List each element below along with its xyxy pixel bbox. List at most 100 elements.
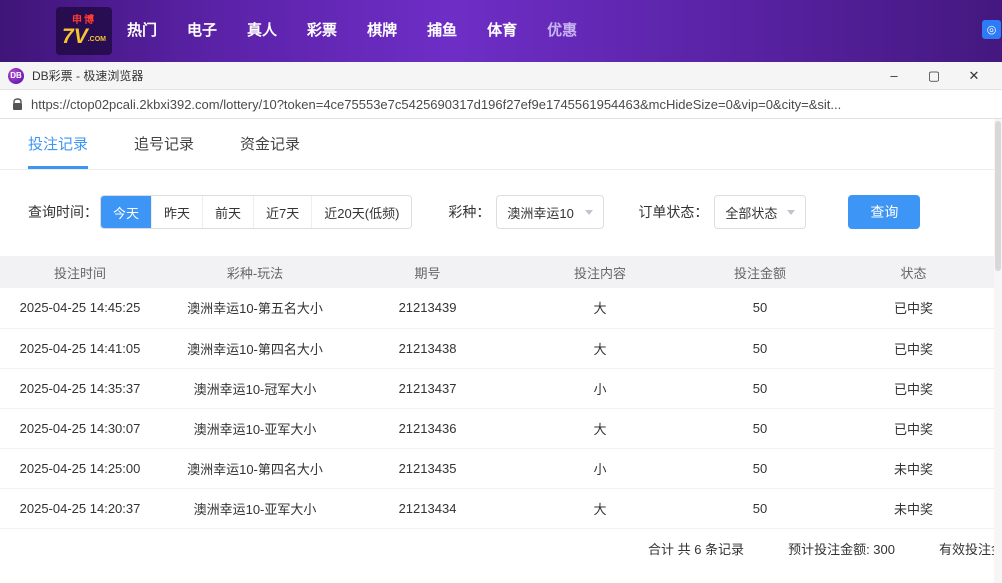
table-cell: 2025-04-25 14:30:07	[0, 408, 160, 448]
table-cell: 2025-04-25 14:20:37	[0, 488, 160, 528]
browser-favicon-icon: DB	[8, 68, 24, 84]
table-header-4: 投注金额	[695, 256, 825, 288]
status-select[interactable]: 全部状态	[714, 195, 806, 229]
table-header-1: 彩种-玩法	[160, 256, 350, 288]
table-cell: 50	[695, 328, 825, 368]
url-text[interactable]: https://ctop02pcali.2kbxi392.com/lottery…	[31, 97, 990, 112]
table-cell: 澳洲幸运10-亚军大小	[160, 488, 350, 528]
table-cell: 未中奖	[825, 448, 1002, 488]
table-cell: 已中奖	[825, 368, 1002, 408]
record-tabs: 投注记录 追号记录 资金记录	[0, 119, 1002, 170]
table-cell: 澳洲幸运10-冠军大小	[160, 368, 350, 408]
table-cell: 50	[695, 368, 825, 408]
table-cell: 澳洲幸运10-第四名大小	[160, 328, 350, 368]
time-filter-option-0[interactable]: 今天	[101, 196, 151, 228]
table-cell: 21213439	[350, 288, 505, 328]
nav-item-7[interactable]: 优惠	[532, 0, 592, 62]
summary-row: 合计 共 6 条记录 预计投注金额: 300 有效投注金	[0, 529, 1002, 569]
corner-app-icon[interactable]: ◎	[982, 20, 1001, 39]
minimize-button[interactable]: –	[874, 62, 914, 90]
table-header-0: 投注时间	[0, 256, 160, 288]
table-header-2: 期号	[350, 256, 505, 288]
tab-0[interactable]: 投注记录	[28, 133, 88, 169]
time-filter-option-4[interactable]: 近20天(低频)	[311, 196, 411, 228]
table-cell: 2025-04-25 14:41:05	[0, 328, 160, 368]
page-scrollbar[interactable]	[994, 119, 1002, 583]
summary-total: 合计 共 6 条记录	[648, 539, 744, 558]
table-header-row: 投注时间彩种-玩法期号投注内容投注金额状态	[0, 256, 1002, 288]
table-cell: 2025-04-25 14:25:00	[0, 448, 160, 488]
nav-item-0[interactable]: 热门	[112, 0, 172, 62]
table-cell: 21213436	[350, 408, 505, 448]
time-filter-option-1[interactable]: 昨天	[151, 196, 202, 228]
summary-estimated: 预计投注金额: 300	[788, 539, 895, 558]
table-row: 2025-04-25 14:35:37澳洲幸运10-冠军大小21213437小5…	[0, 368, 1002, 408]
records-table: 投注时间彩种-玩法期号投注内容投注金额状态 2025-04-25 14:45:2…	[0, 256, 1002, 529]
lottery-select-value: 澳洲幸运10	[507, 203, 573, 222]
table-cell: 50	[695, 408, 825, 448]
time-filter-group: 今天昨天前天近7天近20天(低频)	[100, 195, 412, 229]
table-cell: 50	[695, 448, 825, 488]
table-cell: 21213437	[350, 368, 505, 408]
table-cell: 已中奖	[825, 328, 1002, 368]
table-cell: 21213435	[350, 448, 505, 488]
lock-icon	[12, 98, 23, 111]
table-cell: 2025-04-25 14:45:25	[0, 288, 160, 328]
tab-1[interactable]: 追号记录	[134, 133, 194, 169]
table-cell: 大	[505, 328, 695, 368]
search-button[interactable]: 查询	[848, 195, 920, 229]
table-cell: 小	[505, 368, 695, 408]
lottery-select[interactable]: 澳洲幸运10	[496, 195, 604, 229]
table-cell: 2025-04-25 14:35:37	[0, 368, 160, 408]
browser-title-bar: DB DB彩票 - 极速浏览器 – ▢ ✕	[0, 62, 1002, 90]
table-cell: 澳洲幸运10-第五名大小	[160, 288, 350, 328]
table-cell: 大	[505, 288, 695, 328]
table-header-5: 状态	[825, 256, 1002, 288]
table-body: 2025-04-25 14:45:25澳洲幸运10-第五名大小21213439大…	[0, 288, 1002, 528]
scrollbar-thumb[interactable]	[995, 121, 1001, 271]
table-cell: 已中奖	[825, 408, 1002, 448]
table-cell: 50	[695, 488, 825, 528]
summary-valid: 有效投注金	[939, 539, 1002, 558]
url-bar[interactable]: https://ctop02pcali.2kbxi392.com/lottery…	[0, 90, 1002, 119]
nav-items: 热门电子真人彩票棋牌捕鱼体育优惠	[112, 0, 592, 62]
table-row: 2025-04-25 14:25:00澳洲幸运10-第四名大小21213435小…	[0, 448, 1002, 488]
status-filter-label: 订单状态：	[638, 202, 708, 222]
close-button[interactable]: ✕	[954, 62, 994, 90]
maximize-button[interactable]: ▢	[914, 62, 954, 90]
nav-item-3[interactable]: 彩票	[292, 0, 352, 62]
table-row: 2025-04-25 14:45:25澳洲幸运10-第五名大小21213439大…	[0, 288, 1002, 328]
table-cell: 未中奖	[825, 488, 1002, 528]
tab-2[interactable]: 资金记录	[240, 133, 300, 169]
window-title: DB彩票 - 极速浏览器	[32, 67, 874, 84]
chevron-down-icon	[585, 210, 593, 215]
logo-text-com: .COM	[88, 36, 106, 43]
nav-item-2[interactable]: 真人	[232, 0, 292, 62]
nav-item-1[interactable]: 电子	[172, 0, 232, 62]
table-cell: 澳洲幸运10-亚军大小	[160, 408, 350, 448]
nav-item-6[interactable]: 体育	[472, 0, 532, 62]
table-row: 2025-04-25 14:41:05澳洲幸运10-第四名大小21213438大…	[0, 328, 1002, 368]
table-cell: 已中奖	[825, 288, 1002, 328]
table-row: 2025-04-25 14:30:07澳洲幸运10-亚军大小21213436大5…	[0, 408, 1002, 448]
site-logo[interactable]: 申博 7V.COM	[56, 7, 112, 55]
table-cell: 21213438	[350, 328, 505, 368]
site-nav: 申博 7V.COM 热门电子真人彩票棋牌捕鱼体育优惠 ◎	[0, 0, 1002, 62]
table-cell: 小	[505, 448, 695, 488]
table-cell: 50	[695, 288, 825, 328]
table-header-3: 投注内容	[505, 256, 695, 288]
table-cell: 澳洲幸运10-第四名大小	[160, 448, 350, 488]
time-filter-option-2[interactable]: 前天	[202, 196, 253, 228]
table-cell: 21213434	[350, 488, 505, 528]
chevron-down-icon	[787, 210, 795, 215]
time-filter-label: 查询时间：	[28, 202, 98, 222]
status-select-value: 全部状态	[725, 203, 777, 222]
table-row: 2025-04-25 14:20:37澳洲幸运10-亚军大小21213434大5…	[0, 488, 1002, 528]
lottery-filter-label: 彩种：	[448, 202, 490, 222]
table-cell: 大	[505, 488, 695, 528]
logo-text-main: 7V.COM	[62, 26, 106, 47]
nav-item-4[interactable]: 棋牌	[352, 0, 412, 62]
table-cell: 大	[505, 408, 695, 448]
nav-item-5[interactable]: 捕鱼	[412, 0, 472, 62]
time-filter-option-3[interactable]: 近7天	[253, 196, 311, 228]
